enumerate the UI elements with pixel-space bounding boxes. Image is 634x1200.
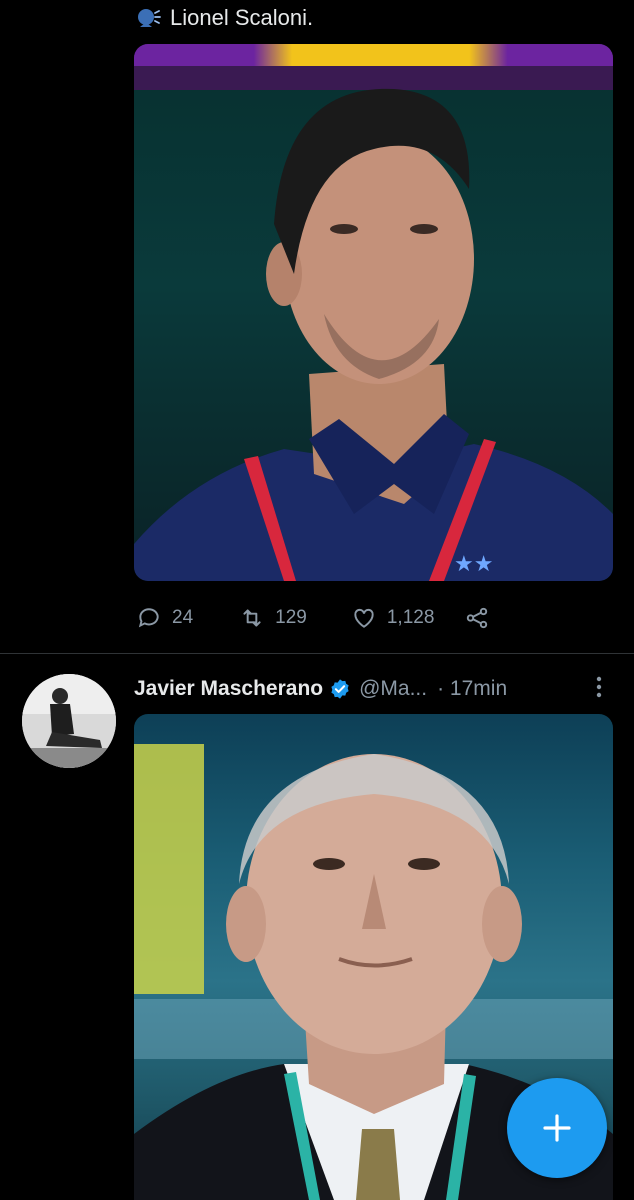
- share-button[interactable]: [464, 605, 490, 631]
- retweet-count: 129: [275, 607, 307, 628]
- tweet-actions: 24 129 1,128: [136, 598, 616, 638]
- more-options-icon[interactable]: [590, 674, 608, 700]
- reply-button[interactable]: 24: [136, 605, 193, 631]
- tweet-header: Javier Mascherano @Ma... · 17min: [134, 672, 507, 706]
- avatar-image: [22, 674, 116, 768]
- tweet-photo[interactable]: ★★: [134, 44, 613, 581]
- reply-icon: [138, 608, 159, 628]
- tweet-timestamp[interactable]: · 17min: [437, 677, 507, 701]
- author-handle[interactable]: @Ma...: [359, 677, 427, 701]
- tweet-text: Lionel Scaloni.: [136, 2, 313, 34]
- tweet-divider: [0, 653, 634, 654]
- heart-icon: [354, 608, 374, 628]
- avatar[interactable]: [22, 674, 116, 768]
- author-name[interactable]: Javier Mascherano: [134, 677, 323, 701]
- tweet-text-label: Lionel Scaloni.: [170, 5, 314, 30]
- plus-icon: [543, 1114, 571, 1142]
- retweet-icon: [243, 609, 261, 627]
- share-icon: [467, 607, 488, 629]
- person-illustration: ★★: [134, 88, 613, 581]
- like-count: 1,128: [386, 607, 435, 628]
- reply-count: 24: [172, 607, 194, 628]
- verified-badge-icon: [331, 679, 349, 699]
- like-button[interactable]: 1,128: [351, 605, 435, 631]
- svg-text:★★: ★★: [454, 552, 493, 577]
- retweet-button[interactable]: 129: [239, 605, 307, 631]
- compose-button[interactable]: [507, 1078, 607, 1178]
- speaking-head-icon: [138, 9, 161, 27]
